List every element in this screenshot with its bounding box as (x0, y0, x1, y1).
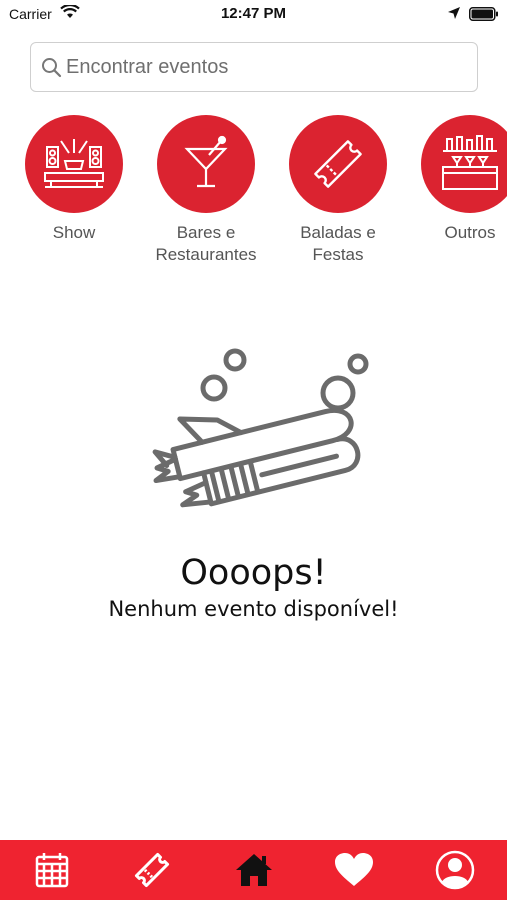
ticket-icon (314, 140, 362, 188)
category-baladas-label: Baladas e Festas (300, 223, 376, 264)
stage-icon (44, 139, 104, 188)
category-bares-label: Bares e Restaurantes (155, 223, 257, 264)
bottom-nav (0, 840, 507, 900)
search-icon (42, 58, 62, 78)
nav-favorites[interactable] (334, 850, 374, 890)
status-bar: Carrier 12:47 PM (0, 0, 507, 28)
empty-state-title: Oooops! (180, 553, 327, 593)
home-icon (236, 854, 272, 886)
nav-calendar[interactable] (32, 850, 72, 890)
bar-counter-icon (442, 135, 498, 190)
rocket-illustration (152, 348, 369, 508)
category-bares-circle[interactable] (157, 115, 255, 213)
category-baladas-circle[interactable] (289, 115, 387, 213)
empty-state-message: Nenhum evento disponível! (108, 597, 399, 621)
category-outros-label: Outros (444, 223, 496, 242)
cocktail-icon (184, 135, 228, 188)
calendar-icon (35, 853, 69, 888)
category-show-label: Show (52, 223, 96, 242)
clock: 12:47 PM (220, 5, 287, 22)
heart-icon (335, 853, 373, 886)
category-carousel[interactable]: Show Bares e Restaurantes Baladas e Fest… (0, 115, 507, 275)
battery-icon (469, 7, 498, 21)
nav-profile[interactable] (435, 850, 475, 890)
nav-home[interactable] (234, 850, 274, 890)
category-outros-circle[interactable] (421, 115, 507, 213)
nav-tickets[interactable] (132, 850, 172, 890)
search-input[interactable] (66, 43, 466, 91)
profile-icon (435, 850, 475, 890)
category-show-circle[interactable] (25, 115, 123, 213)
location-arrow-icon (448, 7, 460, 19)
ticket-icon (134, 852, 170, 888)
search-bar[interactable] (30, 42, 478, 92)
